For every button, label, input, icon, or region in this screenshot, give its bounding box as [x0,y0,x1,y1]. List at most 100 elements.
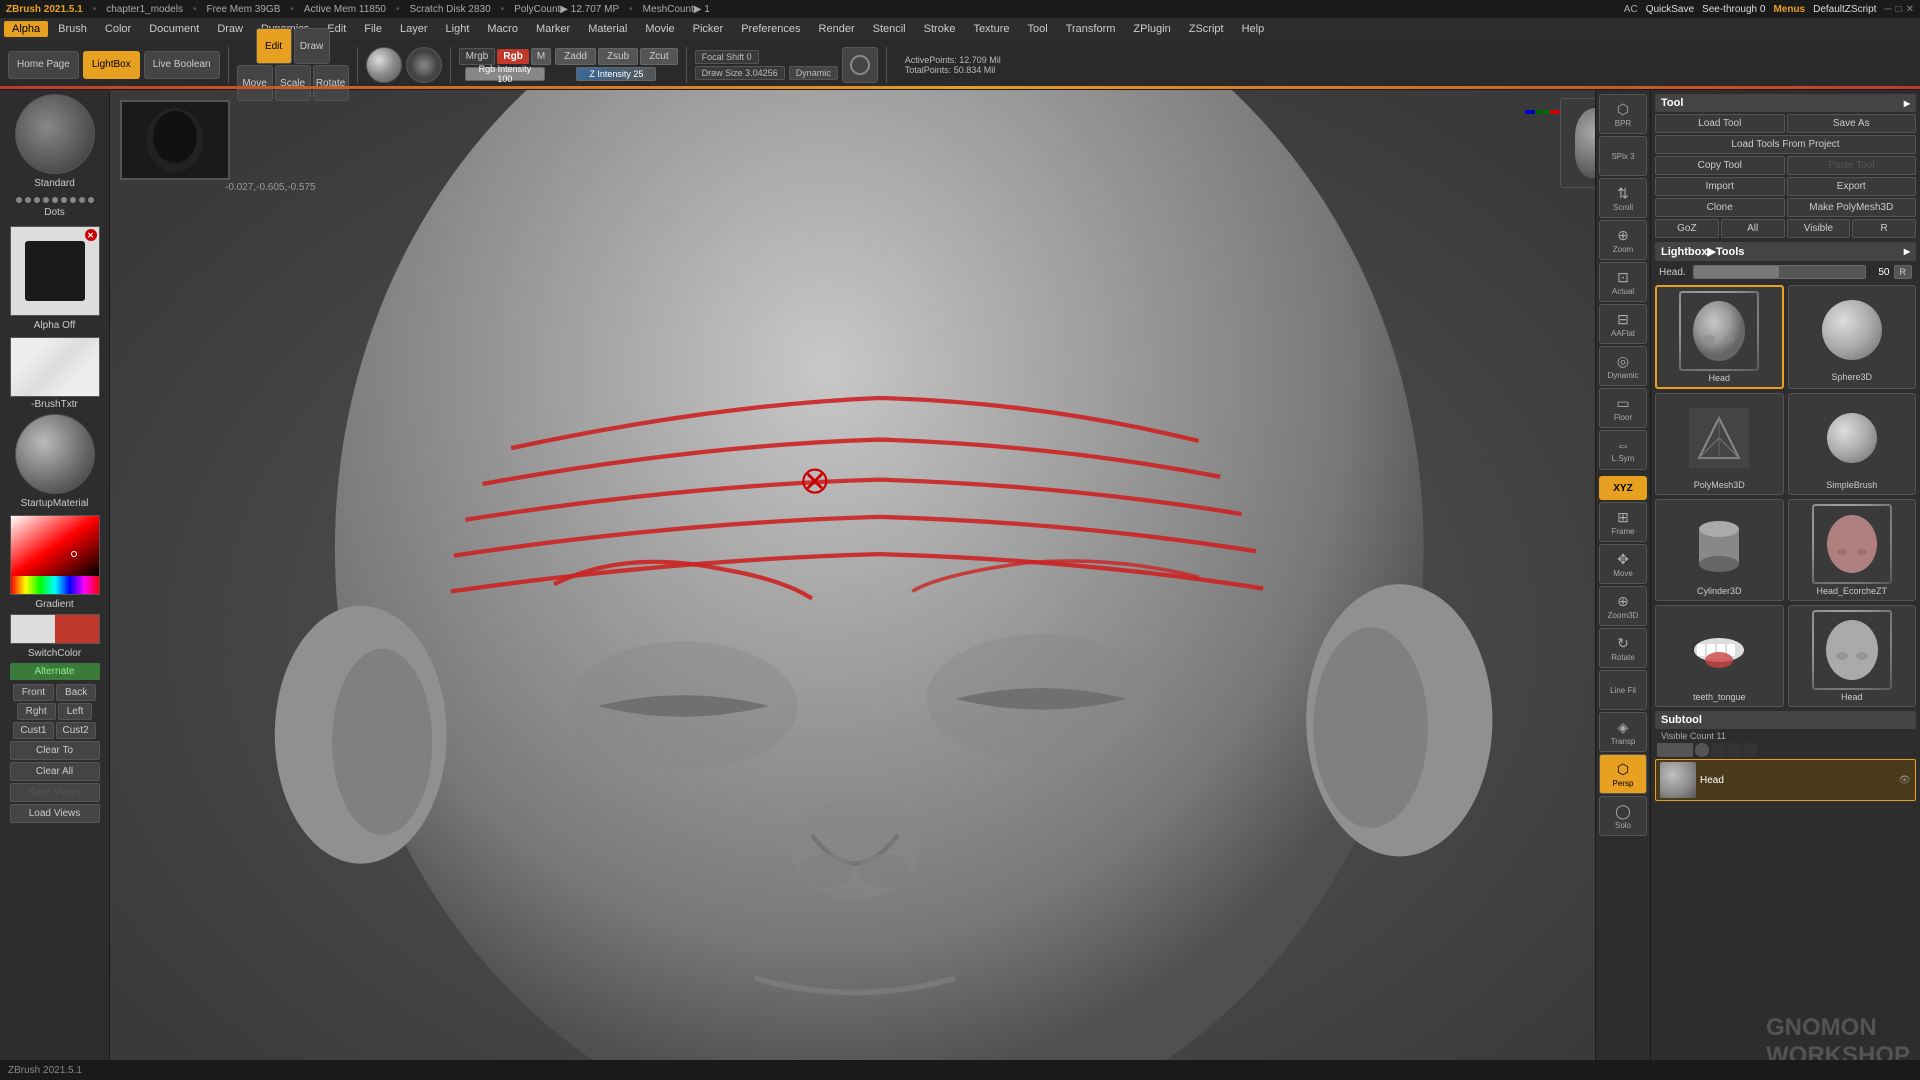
head-slider-track[interactable] [1693,265,1866,279]
all-btn[interactable]: All [1721,219,1785,238]
export-btn[interactable]: Export [1787,177,1917,196]
subtool-control-1[interactable] [1657,743,1693,757]
tool-card-cylinder3d[interactable]: Cylinder3D [1655,499,1784,601]
solo-btn[interactable]: ◯ Solo [1599,796,1647,836]
visible-btn[interactable]: Visible [1787,219,1851,238]
window-controls[interactable]: ─ □ ✕ [1884,4,1914,15]
left-btn[interactable]: Left [58,703,93,720]
lsym-btn[interactable]: ⇔ L.Sym [1599,430,1647,470]
menu-item-marker[interactable]: Marker [528,21,578,37]
front-btn[interactable]: Front [13,684,54,701]
paste-tool-btn[interactable]: Paste Tool [1787,156,1917,175]
rotate-btn-nav[interactable]: ↻ Rotate [1599,628,1647,668]
clear-to-btn[interactable]: Clear To [10,741,100,760]
scale-btn[interactable]: Scale [275,65,311,101]
subtool-eye-visible-icon[interactable]: 👁 [1898,775,1911,786]
clear-all-btn[interactable]: Clear All [10,762,100,781]
alpha-off-box[interactable]: ✕ [10,226,100,316]
menu-item-alpha[interactable]: Alpha [4,21,48,37]
frame-btn[interactable]: ⊞ Frame [1599,502,1647,542]
goz-btn[interactable]: GoZ [1655,219,1719,238]
brush-color-sphere[interactable] [366,47,402,83]
load-views-btn[interactable]: Load Views [10,804,100,823]
tool-card-teeth-tongue[interactable]: teeth_tongue [1655,605,1784,707]
zadd-btn[interactable]: Zadd [555,48,596,65]
spix-btn[interactable]: SPix 3 [1599,136,1647,176]
xyz-btn[interactable]: XYZ [1599,476,1647,500]
rgb-btn[interactable]: Rgb [497,49,528,64]
tool-panel-header[interactable]: Tool ▶ [1655,94,1916,112]
z-intensity-slider[interactable]: Z Intensity 25 [555,67,677,81]
menu-item-layer[interactable]: Layer [392,21,436,37]
menu-item-color[interactable]: Color [97,21,139,37]
clone-btn[interactable]: Clone [1655,198,1785,217]
brush-preview-circle[interactable] [842,47,878,83]
move-btn-nav[interactable]: ✥ Move [1599,544,1647,584]
dynamic-btn[interactable]: Dynamic [789,66,838,80]
floor-btn[interactable]: ▭ Floor [1599,388,1647,428]
menu-item-picker[interactable]: Picker [685,21,732,37]
cust1-btn[interactable]: Cust1 [13,722,53,739]
draw-btn[interactable]: Draw [294,28,330,64]
lightbox-tools-header[interactable]: Lightbox▶Tools ▶ [1655,242,1916,261]
m-btn[interactable]: M [531,48,551,65]
scroll-btn[interactable]: ⇅ Scroll [1599,178,1647,218]
zcut-btn[interactable]: Zcut [640,48,677,65]
rgb-intensity-slider[interactable]: Rgb Intensity 100 [459,67,552,81]
head-slider-row[interactable]: Head. 50 R [1655,263,1916,281]
menu-item-file[interactable]: File [356,21,390,37]
make-polymesh-btn[interactable]: Make PolyMesh3D [1787,198,1917,217]
home-page-btn[interactable]: Home Page [8,51,79,79]
alternate-btn[interactable]: Alternate [10,663,100,680]
right-btn[interactable]: Rght [17,703,56,720]
menu-item-stroke[interactable]: Stroke [916,21,964,37]
lightbox-btn[interactable]: LightBox [83,51,140,79]
tool-card-simplebrush[interactable]: SimpleBrush [1788,393,1917,495]
cust2-btn[interactable]: Cust2 [56,722,96,739]
live-boolean-btn[interactable]: Live Boolean [144,51,220,79]
linefil-btn[interactable]: Line Fil [1599,670,1647,710]
menu-item-material[interactable]: Material [580,21,635,37]
menu-item-document[interactable]: Document [141,21,207,37]
load-tools-from-project-btn[interactable]: Load Tools From Project [1655,135,1916,154]
subtool-eye-icon[interactable] [1695,743,1709,757]
subtool-color-icon[interactable] [1727,743,1741,757]
menu-item-texture[interactable]: Texture [965,21,1017,37]
color-picker[interactable] [10,515,100,595]
canvas-area[interactable]: -0.027,-0.605,-0.575 [110,90,1650,1060]
default2script-label[interactable]: DefaultZScript [1813,4,1876,15]
save-as-btn[interactable]: Save As [1787,114,1917,133]
menu-item-preferences[interactable]: Preferences [733,21,808,37]
menus-label[interactable]: Menus [1773,4,1805,15]
menu-item-brush[interactable]: Brush [50,21,95,37]
color-strip[interactable] [11,576,99,594]
tool-card-head2[interactable]: Head [1788,605,1917,707]
menu-item-stencil[interactable]: Stencil [865,21,914,37]
bpr-btn[interactable]: ⬡ BPR [1599,94,1647,134]
menu-item-transform[interactable]: Transform [1058,21,1124,37]
menu-item-macro[interactable]: Macro [479,21,526,37]
menu-item-zscript[interactable]: ZScript [1181,21,1232,37]
subtool-header[interactable]: Subtool [1655,711,1916,729]
menu-item-help[interactable]: Help [1234,21,1273,37]
subtool-item-head[interactable]: Head 👁 [1655,759,1916,801]
zoom-btn[interactable]: ⊕ Zoom [1599,220,1647,260]
zoom3d-btn[interactable]: ⊕ Zoom3D [1599,586,1647,626]
menu-item-light[interactable]: Light [438,21,478,37]
canvas-thumbnail[interactable] [120,100,230,180]
material-sphere[interactable] [15,414,95,494]
rotate-btn[interactable]: Rotate [313,65,349,101]
draw-size-label[interactable]: Draw Size 3.04256 [695,66,785,80]
head-r-btn[interactable]: R [1894,265,1913,279]
brush-txtr-preview[interactable] [10,337,100,397]
menu-item-render[interactable]: Render [811,21,863,37]
zsub-btn[interactable]: Zsub [598,48,638,65]
menu-item-tool[interactable]: Tool [1020,21,1056,37]
transp-btn[interactable]: ◈ Transp [1599,712,1647,752]
focal-shift-label[interactable]: Focal Shift 0 [695,50,759,64]
aaflat-btn[interactable]: ⊟ AAFlat [1599,304,1647,344]
tool-card-head[interactable]: Head [1655,285,1784,389]
move-btn[interactable]: Move [237,65,273,101]
brush-preview[interactable] [15,94,95,174]
r-btn[interactable]: R [1852,219,1916,238]
